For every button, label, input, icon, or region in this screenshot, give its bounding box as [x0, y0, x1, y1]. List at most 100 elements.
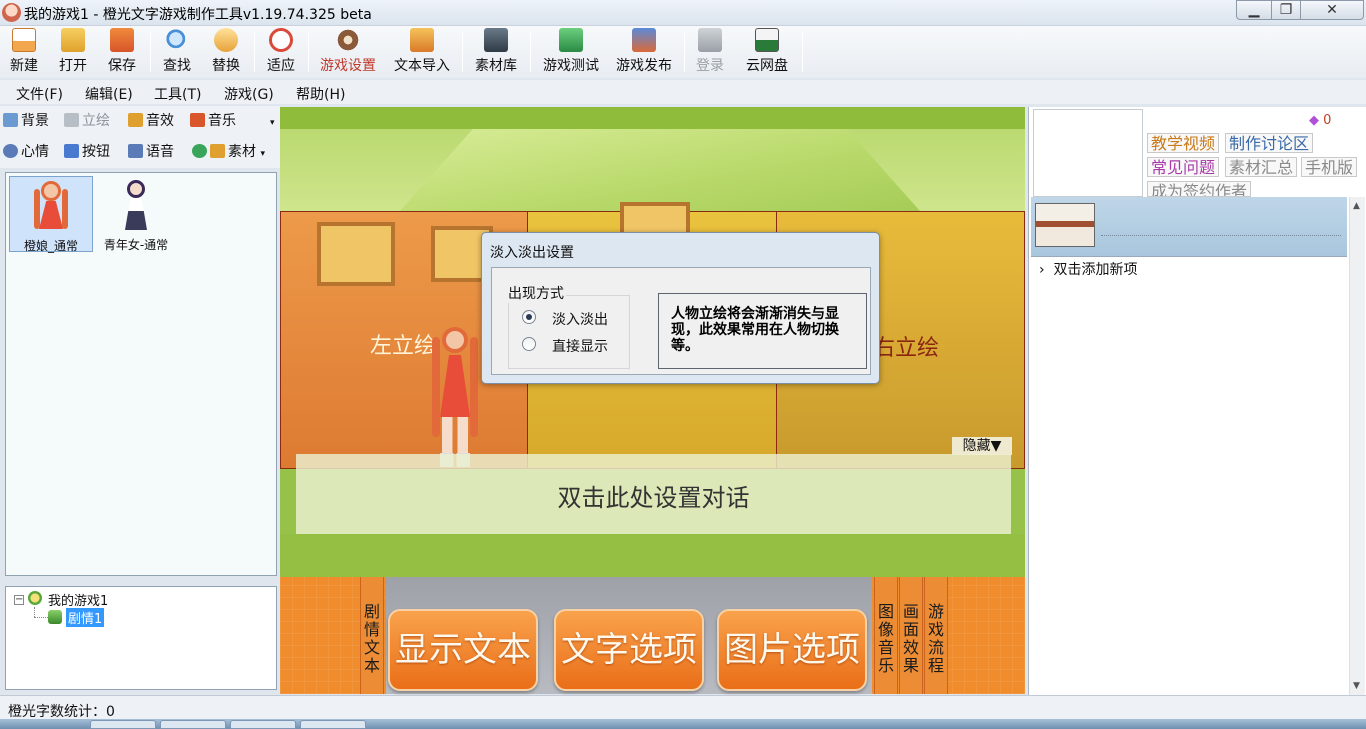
scroll-up-icon[interactable]: ▲ — [1353, 201, 1360, 211]
menu-file[interactable]: 文件(F) — [16, 84, 63, 104]
resource-tabs: 背景 立绘 音效 音乐 ▾ 心情 按钮 语音 素材 ▾ — [0, 106, 280, 168]
close-button[interactable]: ✕ — [1300, 0, 1364, 20]
game-publish-button[interactable]: 游戏发布 — [611, 28, 677, 76]
add-new-item[interactable]: › 双击添加新项 — [1039, 259, 1138, 279]
new-button[interactable]: 新建 — [6, 28, 42, 76]
media-library-button[interactable]: 素材库 — [471, 28, 521, 76]
cloud-drive-button[interactable]: 云网盘 — [741, 28, 793, 76]
find-button[interactable]: 查找 — [159, 28, 195, 76]
tree-root-label[interactable]: 我的游戏1 — [48, 590, 108, 609]
stage-portrait[interactable] — [426, 327, 482, 469]
tab-button[interactable]: 按钮 — [64, 141, 110, 163]
toolbar-separator — [308, 32, 309, 72]
taskbar-button[interactable] — [300, 720, 366, 729]
toolbar-separator — [530, 32, 531, 72]
word-count-status: 橙光字数统计：0 — [8, 704, 115, 720]
fade-option-label[interactable]: 淡入淡出 — [552, 309, 608, 329]
mobile-version-link[interactable]: 手机版 — [1301, 157, 1358, 177]
scene-list-scrollbar[interactable]: ▲ ▼ — [1349, 197, 1365, 695]
tab-game-flow[interactable]: 游戏流程 — [924, 577, 948, 694]
gear-icon — [336, 28, 360, 52]
login-icon — [698, 28, 722, 52]
text-import-button[interactable]: 文本导入 — [389, 28, 455, 76]
show-text-button[interactable]: 显示文本 — [388, 609, 538, 691]
tab-voice[interactable]: 语音 — [128, 141, 174, 163]
dialog-area[interactable]: 双击此处设置对话 — [296, 454, 1011, 534]
text-choice-button[interactable]: 文字选项 — [554, 609, 704, 691]
game-test-button[interactable]: 游戏测试 — [538, 28, 604, 76]
gem-counter: ◆ 0 — [1309, 113, 1332, 128]
stage-top-strip — [280, 107, 1025, 129]
appearance-group-title: 出现方式 — [506, 283, 566, 303]
button-icon — [64, 144, 79, 158]
hide-dialog-button[interactable]: 隐藏▼ — [952, 437, 1012, 455]
title-bar: 我的游戏1 - 橙光文字游戏制作工具v1.19.74.325 beta ▁ ❐ … — [0, 0, 1366, 26]
tree-collapse-toggle[interactable]: − — [14, 595, 24, 605]
scene-list: › 双击添加新项 — [1031, 197, 1347, 695]
chapter-icon — [48, 610, 62, 624]
minimize-button[interactable]: ▁ — [1236, 0, 1272, 20]
scroll-down-icon[interactable]: ▼ — [1353, 681, 1360, 691]
faq-link[interactable]: 常见问题 — [1147, 157, 1220, 177]
background-icon — [3, 113, 18, 127]
menu-bar: 文件(F) 编辑(E) 工具(T) 游戏(G) 帮助(H) — [0, 80, 1366, 104]
voice-bubble-icon — [128, 144, 143, 158]
portrait-item[interactable]: 橙娘_通常 — [9, 176, 93, 253]
image-choice-button[interactable]: 图片选项 — [717, 609, 867, 691]
tree-chapter-label[interactable]: 剧情1 — [66, 608, 105, 627]
tutorial-video-link[interactable]: 教学视频 — [1147, 133, 1220, 153]
become-author-link[interactable]: 成为签约作者 — [1147, 181, 1252, 197]
wall-picture — [317, 222, 395, 286]
replace-button[interactable]: 替换 — [208, 28, 244, 76]
user-avatar-box — [1033, 109, 1143, 197]
menu-tools[interactable]: 工具(T) — [154, 84, 201, 104]
direct-show-option-label[interactable]: 直接显示 — [552, 336, 608, 356]
tab-image-music[interactable]: 图像音乐 — [874, 577, 898, 694]
tabs-overflow-icon[interactable]: ▾ — [270, 118, 275, 128]
tab-portrait[interactable]: 立绘 — [64, 110, 110, 132]
project-tree: − 我的游戏1 剧情1 — [5, 586, 277, 690]
chevron-right-icon: › — [1039, 262, 1045, 278]
maximize-button[interactable]: ❐ — [1271, 0, 1301, 20]
toolbar-separator — [150, 32, 151, 72]
diamond-icon: ◆ — [1309, 113, 1319, 128]
media-library-icon — [484, 28, 508, 52]
open-button[interactable]: 打开 — [55, 28, 91, 76]
effect-description: 人物立绘将会渐渐消失与显现，此效果常用在人物切换等。 — [658, 293, 867, 369]
portrait-item[interactable]: 青年女-通常 — [94, 176, 178, 252]
tab-mood[interactable]: 心情 — [3, 141, 49, 163]
fade-settings-dialog: 淡入淡出设置 出现方式 淡入淡出 直接显示 人物立绘将会渐渐消失与显现，此效果常… — [481, 232, 880, 384]
app-logo-icon — [2, 3, 21, 22]
tab-sound-effect[interactable]: 音效 — [128, 110, 174, 132]
menu-edit[interactable]: 编辑(E) — [85, 84, 133, 104]
discussion-forum-link[interactable]: 制作讨论区 — [1225, 133, 1314, 153]
taskbar-button[interactable] — [160, 720, 226, 729]
direct-show-radio[interactable] — [522, 337, 536, 351]
menu-game[interactable]: 游戏(G) — [224, 84, 274, 104]
menu-help[interactable]: 帮助(H) — [296, 84, 345, 104]
dialog-title: 淡入淡出设置 — [490, 245, 574, 261]
scene-panel: ◆ 0 教学视频 制作讨论区 常见问题 素材汇总 手机版 成为签约作者 › 双击… — [1028, 107, 1366, 695]
tab-background[interactable]: 背景 — [3, 110, 49, 132]
taskbar-button[interactable] — [90, 720, 156, 729]
scene-list-item[interactable] — [1031, 197, 1347, 257]
taskbar-button[interactable] — [230, 720, 296, 729]
fit-icon — [269, 28, 293, 52]
tab-material[interactable]: 素材 ▾ — [192, 141, 265, 163]
tab-screen-effects[interactable]: 画面效果 — [899, 577, 923, 694]
tab-music[interactable]: 音乐 — [190, 110, 236, 132]
mood-bubble-icon — [3, 144, 18, 158]
fade-radio[interactable] — [522, 310, 536, 324]
tab-story-text[interactable]: 剧情文本 — [360, 577, 384, 694]
scene-thumbnail — [1035, 203, 1095, 247]
appearance-group — [508, 295, 630, 369]
replace-icon — [214, 28, 238, 52]
game-settings-button[interactable]: 游戏设置 — [315, 28, 381, 76]
toolbar-separator — [462, 32, 463, 72]
text-import-icon — [410, 28, 434, 52]
materials-link[interactable]: 素材汇总 — [1225, 157, 1298, 177]
fit-button[interactable]: 适应 — [263, 28, 299, 76]
toolbar-separator — [684, 32, 685, 72]
login-button[interactable]: 登录 — [692, 28, 728, 76]
save-button[interactable]: 保存 — [104, 28, 140, 76]
